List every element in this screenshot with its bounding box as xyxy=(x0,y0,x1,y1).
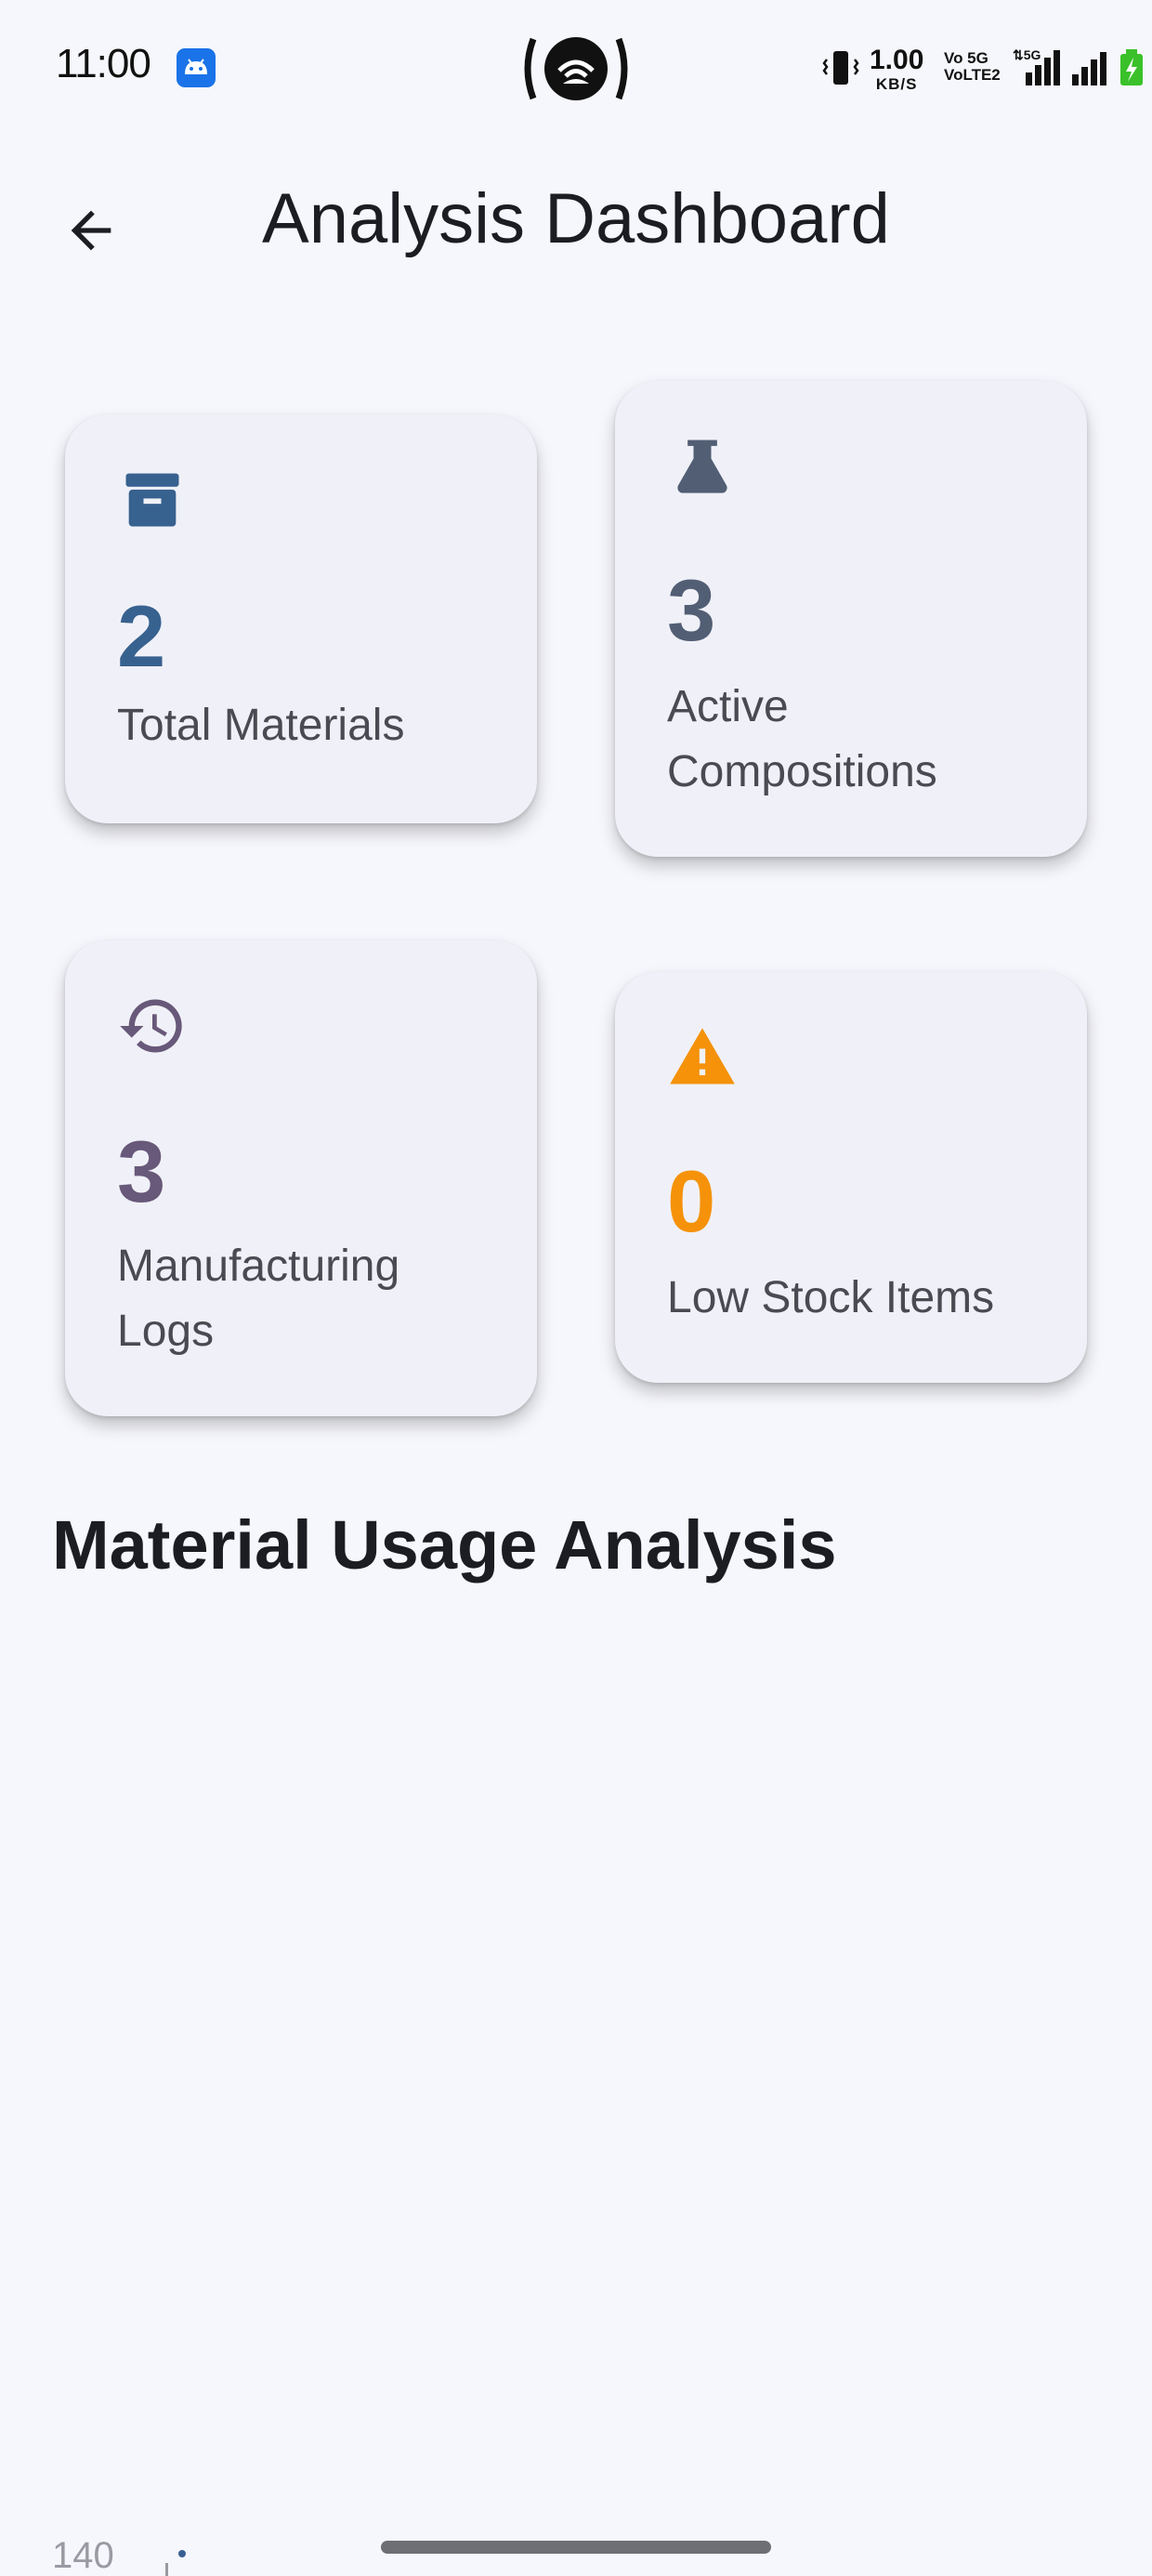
net-speed-value: 1.00 xyxy=(870,45,924,75)
volte-line1: Vo 5G xyxy=(944,49,988,67)
low-stock-items-value: 0 xyxy=(667,1152,716,1250)
app-bar: Analysis Dashboard xyxy=(0,139,1152,297)
hotspot-icon xyxy=(520,33,632,104)
volte-line2: VoLTE2 xyxy=(944,66,1001,84)
history-icon xyxy=(117,991,188,1061)
active-compositions-value: 3 xyxy=(667,561,716,659)
flask-icon xyxy=(667,431,738,502)
archive-box-icon xyxy=(117,465,188,535)
status-icons: 1.00 KB/S Vo 5G VoLTE2 ⇅5G xyxy=(780,37,1152,102)
manufacturing-logs-label: Manufacturing Logs xyxy=(117,1242,400,1356)
volte-indicator: Vo 5G VoLTE2 xyxy=(944,50,1001,84)
chart-data-point xyxy=(178,2550,186,2557)
manufacturing-logs-value: 3 xyxy=(117,1123,166,1220)
low-stock-items-card[interactable]: 0 Low Stock Items xyxy=(615,972,1087,1383)
status-bar: 11:00 1.00 KB/S Vo 5G VoLTE2 ⇅5G xyxy=(0,0,1152,139)
signal-icon: ⇅5G xyxy=(1013,47,1143,85)
analysis-dashboard-screen: 11:00 1.00 KB/S Vo 5G VoLTE2 ⇅5G Analysi… xyxy=(0,0,1152,2576)
total-materials-card[interactable]: 2 Total Materials xyxy=(65,414,537,823)
net-speed-unit: KB/S xyxy=(875,75,918,93)
network-speed: 1.00 KB/S xyxy=(870,45,924,97)
vibrate-icon xyxy=(822,51,859,85)
status-time: 11:00 xyxy=(56,41,151,86)
android-notification-icon xyxy=(177,48,216,87)
active-compositions-label: Active Compositions xyxy=(667,682,937,796)
back-button[interactable] xyxy=(46,186,136,275)
home-indicator[interactable] xyxy=(381,2541,771,2554)
arrow-back-icon xyxy=(71,210,111,251)
warning-icon xyxy=(667,1022,738,1093)
material-usage-analysis-heading: Material Usage Analysis xyxy=(52,1506,837,1584)
chart-axis-line xyxy=(165,2563,168,2576)
total-materials-value: 2 xyxy=(117,587,166,685)
low-stock-items-label: Low Stock Items xyxy=(667,1273,995,1322)
active-compositions-card[interactable]: 3 Active Compositions xyxy=(615,381,1087,857)
total-materials-label: Total Materials xyxy=(117,701,405,750)
manufacturing-logs-card[interactable]: 3 Manufacturing Logs xyxy=(65,940,537,1416)
chart-y-tick-label: 140 xyxy=(52,2535,114,2576)
svg-text:⇅5G: ⇅5G xyxy=(1013,47,1041,62)
page-title: Analysis Dashboard xyxy=(262,179,890,258)
